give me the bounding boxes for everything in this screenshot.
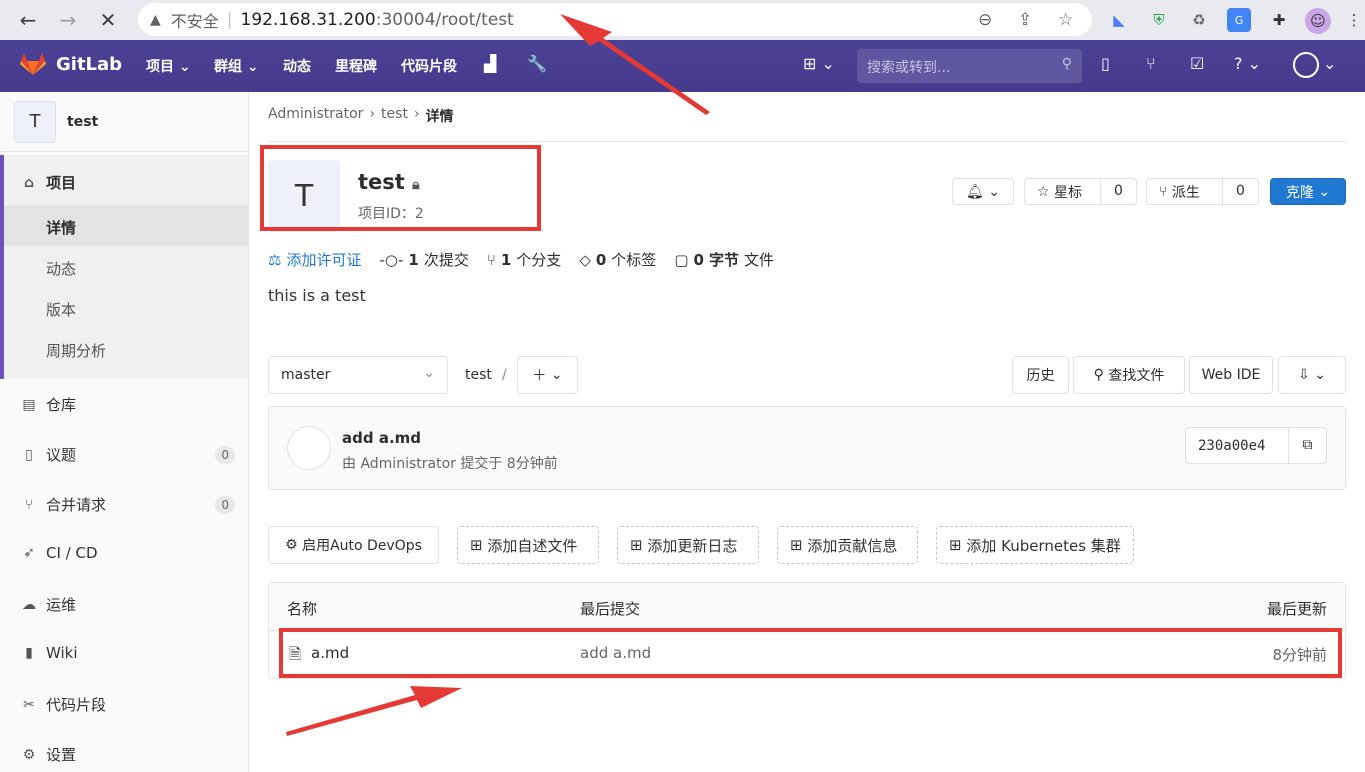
annotation-arrow-file <box>286 686 462 736</box>
annotation-arrow-url <box>560 14 710 115</box>
annotation-arrows <box>286 14 710 736</box>
